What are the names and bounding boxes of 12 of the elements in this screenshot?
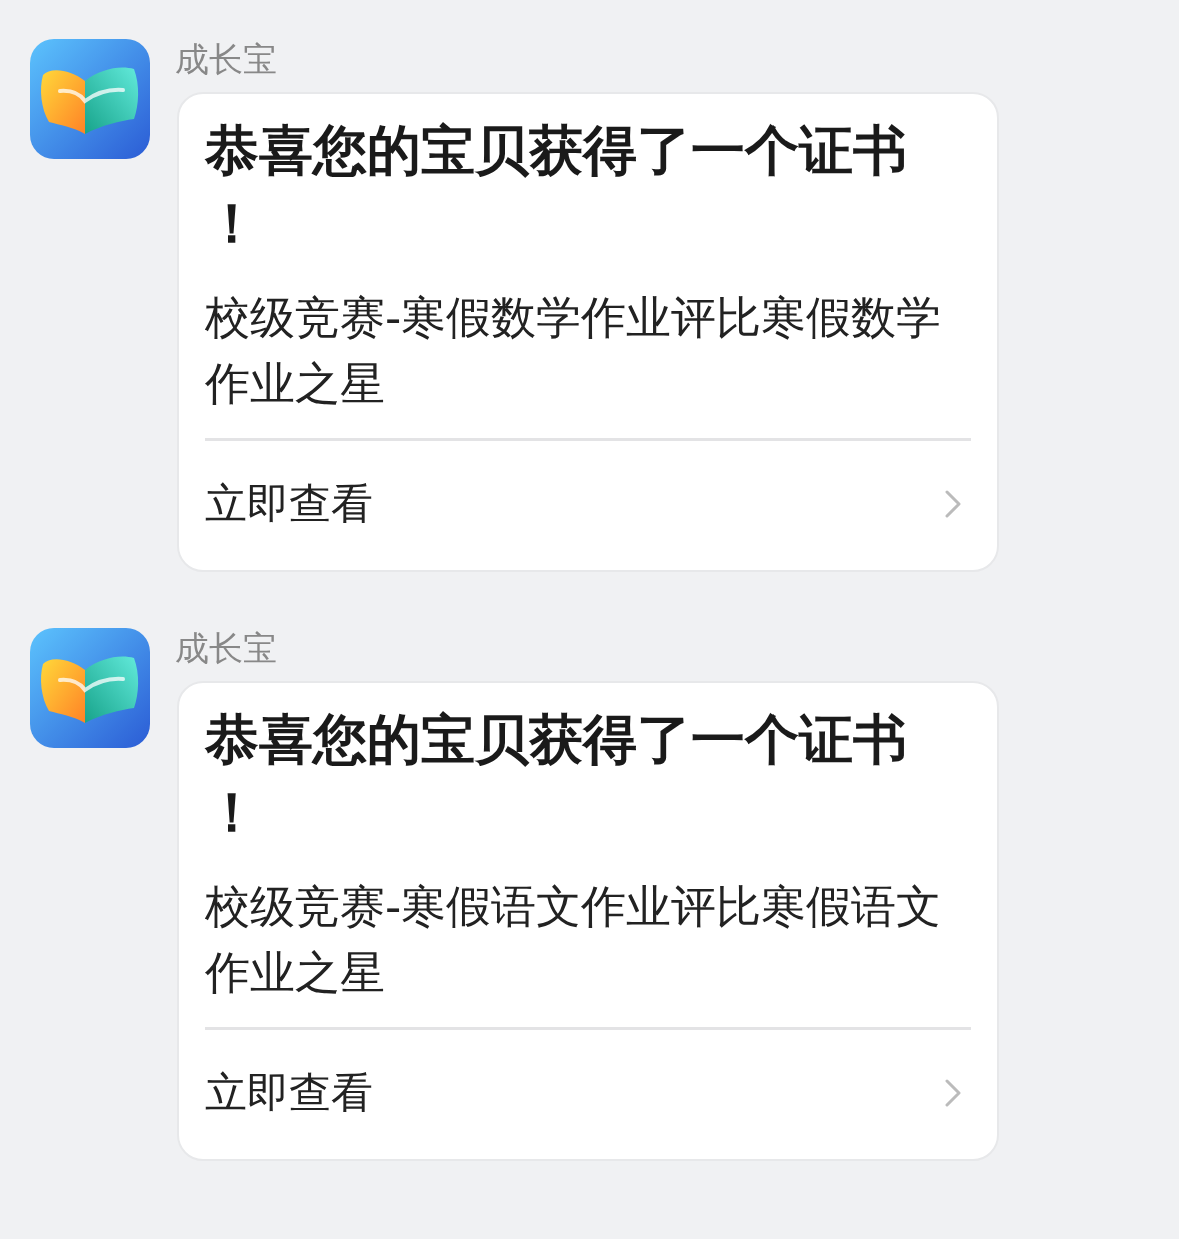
book-logo-icon — [30, 628, 150, 748]
card-body-text: 校级竞赛-寒假数学作业评比寒假数学作业之星 — [205, 290, 943, 412]
chevron-right-icon — [945, 490, 961, 518]
sender-name: 成长宝 — [175, 628, 277, 668]
book-logo-icon — [30, 39, 150, 159]
card-body-text: 校级竞赛-寒假语文作业评比寒假语文作业之星 — [205, 879, 943, 1001]
chevron-right-icon — [945, 1079, 961, 1107]
card-title: 恭喜您的宝贝获得了一个证书！ — [205, 707, 908, 846]
view-now-button[interactable]: 立即查看 — [205, 1030, 971, 1156]
view-now-button[interactable]: 立即查看 — [205, 441, 971, 567]
card-title: 恭喜您的宝贝获得了一个证书！ — [205, 118, 908, 257]
sender-name: 成长宝 — [175, 39, 277, 79]
